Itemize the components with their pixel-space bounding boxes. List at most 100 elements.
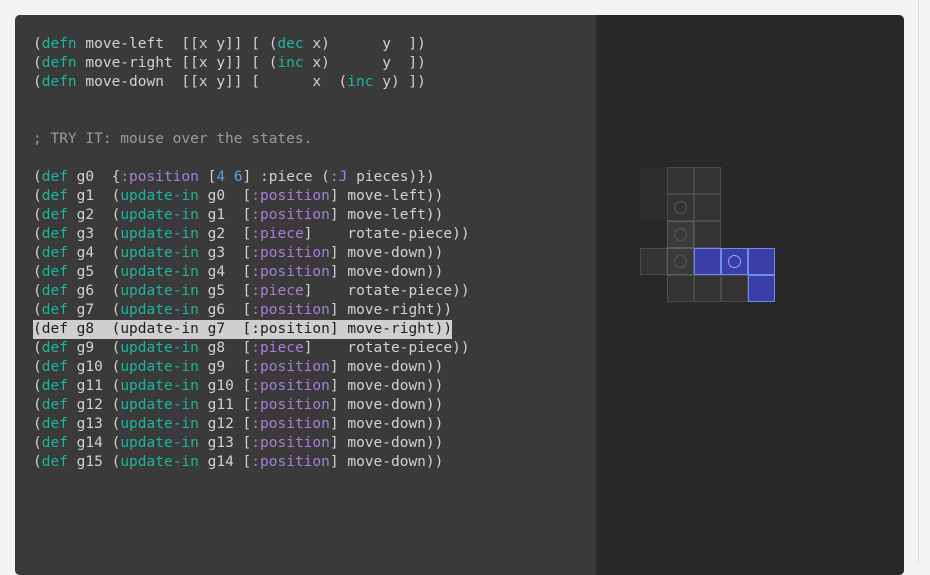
state-line-g7[interactable]: (def g7 (update-in g6 [:position] move-r… [33, 301, 452, 320]
update-in-fn: update-in [120, 321, 199, 337]
defn-line-move-down: (defn move-down [[x y]] [ x (inc y) ]) [33, 74, 426, 90]
state-name: g1 ( [67, 188, 121, 204]
state-name: g15 ( [67, 454, 121, 470]
board-cell [667, 275, 694, 302]
def-keyword: def [41, 454, 68, 470]
board-cell [667, 221, 694, 248]
state-line-g15[interactable]: (def g15 (update-in g14 [:position] move… [33, 453, 443, 472]
window-scrollbar[interactable] [918, 0, 930, 563]
state-line-g4[interactable]: (def g4 (update-in g3 [:position] move-d… [33, 244, 443, 263]
update-in-fn: update-in [120, 416, 199, 432]
state-prev: g12 [ [198, 416, 252, 432]
state-fn: move-right)) [347, 321, 453, 337]
state-name: g6 ( [67, 283, 121, 299]
defn-line-move-left: (defn move-left [[x y]] [ (dec x) y ]) [33, 36, 426, 52]
update-in-fn: update-in [120, 188, 199, 204]
board-cell [694, 221, 721, 248]
update-in-fn: update-in [120, 435, 199, 451]
state-name: g13 ( [67, 416, 121, 432]
code-pane: (defn move-left [[x y]] [ (dec x) y ]) (d… [15, 15, 596, 575]
state-prev: g3 [ [198, 245, 252, 261]
position-keyword: :position [120, 169, 199, 185]
pivot-ring-icon [674, 255, 687, 268]
update-in-fn: update-in [120, 397, 199, 413]
state-key: :position [251, 264, 330, 280]
state-line-g8[interactable]: (def g8 (update-in g7 [:position] move-r… [33, 320, 453, 339]
state-name: g4 ( [67, 245, 121, 261]
state-fn: move-down)) [347, 378, 444, 394]
def-g0-line[interactable]: (def g0 {:position [4 6] :piece (:J piec… [33, 168, 470, 187]
state-line-g6[interactable]: (def g6 (update-in g5 [:piece] rotate-pi… [33, 282, 470, 301]
def-keyword: def [41, 302, 68, 318]
update-in-fn: update-in [120, 340, 199, 356]
pivot-ring-icon [674, 201, 687, 214]
state-line-g3[interactable]: (def g3 (update-in g2 [:piece] rotate-pi… [33, 225, 470, 244]
board-cell [640, 194, 667, 221]
board-cell [667, 167, 694, 194]
code-listing: (defn move-left [[x y]] [ (dec x) y ]) (d… [33, 35, 470, 472]
state-line-g14[interactable]: (def g14 (update-in g13 [:position] move… [33, 434, 443, 453]
position-x: 4 [216, 169, 226, 185]
update-in-fn: update-in [120, 454, 199, 470]
state-name: g8 ( [67, 321, 121, 337]
update-in-fn: update-in [120, 378, 199, 394]
def-keyword: def [41, 207, 68, 223]
board-cell [667, 194, 694, 221]
try-it-comment: ; TRY IT: mouse over the states. [33, 131, 313, 147]
state-fn: rotate-piece)) [347, 340, 470, 356]
state-prev: g4 [ [198, 264, 252, 280]
state-fn: move-down)) [347, 416, 444, 432]
state-name: g5 ( [67, 264, 121, 280]
state-key: :position [251, 207, 330, 223]
state-fn: move-right)) [347, 302, 453, 318]
board-cell [694, 167, 721, 194]
state-lines: (def g1 (update-in g0 [:position] move-l… [33, 187, 470, 472]
state-line-g5[interactable]: (def g5 (update-in g4 [:position] move-d… [33, 263, 443, 282]
def-keyword: def [41, 340, 68, 356]
state-key: :piece [251, 226, 304, 242]
update-in-fn: update-in [120, 264, 199, 280]
state-name: g7 ( [67, 302, 121, 318]
position-y: 6 [233, 169, 243, 185]
state-line-g10[interactable]: (def g10 (update-in g9 [:position] move-… [33, 358, 443, 377]
def-keyword: def [41, 283, 68, 299]
state-key: :position [251, 454, 330, 470]
def-keyword: def [41, 397, 68, 413]
state-prev: g5 [ [198, 283, 252, 299]
tetris-demo-panel: (defn move-left [[x y]] [ (dec x) y ]) (d… [15, 15, 904, 575]
board-pane [596, 15, 904, 575]
board-cell [640, 167, 667, 194]
state-prev: g1 [ [198, 207, 252, 223]
state-key: :position [251, 302, 330, 318]
state-fn: move-down)) [347, 397, 444, 413]
board-cell [694, 194, 721, 221]
defn-line-move-right: (defn move-right [[x y]] [ (inc x) y ]) [33, 55, 426, 71]
state-key: :piece [251, 340, 304, 356]
piece-block [748, 248, 775, 275]
state-line-g1[interactable]: (def g1 (update-in g0 [:position] move-l… [33, 187, 443, 206]
def-keyword: def [41, 321, 68, 337]
defn-keyword: defn [41, 74, 77, 90]
state-fn: move-left)) [347, 207, 444, 223]
piece-block [748, 275, 775, 302]
state-line-g2[interactable]: (def g2 (update-in g1 [:position] move-l… [33, 206, 443, 225]
defn-signature: move-down [[x y]] [ x ( [76, 74, 348, 90]
defn-keyword: defn [41, 36, 77, 52]
defn-keyword: defn [41, 55, 77, 71]
state-fn: move-left)) [347, 188, 444, 204]
state-line-g11[interactable]: (def g11 (update-in g10 [:position] move… [33, 377, 443, 396]
def-keyword: def [41, 226, 68, 242]
j-keyword: :J [329, 169, 348, 185]
update-in-fn: update-in [120, 245, 199, 261]
state-prev: g10 [ [198, 378, 252, 394]
state-key: :piece [251, 283, 304, 299]
state-line-g13[interactable]: (def g13 (update-in g12 [:position] move… [33, 415, 443, 434]
def-keyword: def [41, 264, 68, 280]
state-prev: g6 [ [198, 302, 252, 318]
state-line-g12[interactable]: (def g12 (update-in g11 [:position] move… [33, 396, 443, 415]
state-fn: move-down)) [347, 245, 444, 261]
state-prev: g7 [ [198, 321, 252, 337]
state-key: :position [251, 188, 330, 204]
update-in-fn: update-in [120, 226, 199, 242]
state-line-g9[interactable]: (def g9 (update-in g8 [:piece] rotate-pi… [33, 339, 470, 358]
